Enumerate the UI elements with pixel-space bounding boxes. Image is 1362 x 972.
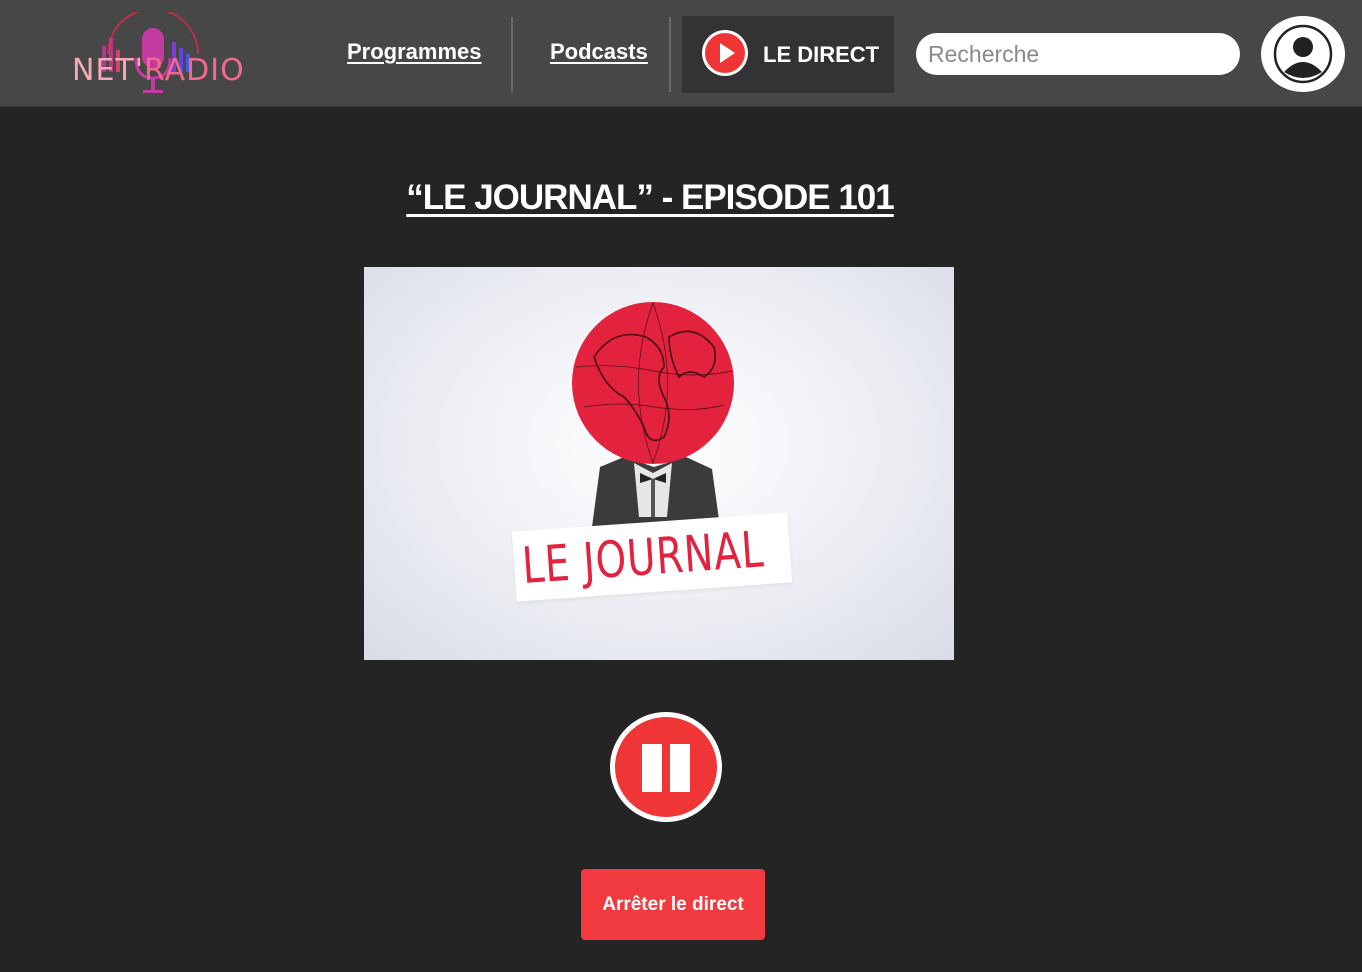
nav-link-programmes[interactable]: Programmes xyxy=(347,39,482,65)
top-navigation-bar: NET'RADIO Programmes Podcasts LE DIRECT xyxy=(0,0,1362,107)
live-button-label: LE DIRECT xyxy=(763,42,880,67)
nav-link-podcasts[interactable]: Podcasts xyxy=(550,39,648,65)
episode-title: “LE JOURNAL” - EPISODE 101 xyxy=(406,178,894,217)
stop-live-button[interactable]: Arrêter le direct xyxy=(581,869,765,940)
pause-icon xyxy=(615,717,717,817)
user-avatar-icon xyxy=(1273,24,1333,84)
pause-button[interactable] xyxy=(610,712,722,822)
journal-illustration xyxy=(572,302,734,527)
nav-divider xyxy=(669,17,671,92)
user-account-button[interactable] xyxy=(1261,16,1345,92)
net-radio-logo[interactable]: NET'RADIO xyxy=(72,12,252,100)
play-circle-icon xyxy=(702,30,748,76)
live-button[interactable]: LE DIRECT xyxy=(682,16,894,93)
cover-banner-text: LE JOURNAL xyxy=(520,520,766,595)
logo-text: NET'RADIO xyxy=(72,53,245,88)
search-input[interactable] xyxy=(916,33,1240,75)
episode-cover-image: LE JOURNAL xyxy=(364,267,954,660)
pause-bar-right xyxy=(670,744,690,792)
nav-divider xyxy=(511,17,513,92)
logo-text-net: NET' xyxy=(72,53,144,88)
pause-bar-left xyxy=(642,744,662,792)
logo-text-radio: RADIO xyxy=(143,53,245,88)
